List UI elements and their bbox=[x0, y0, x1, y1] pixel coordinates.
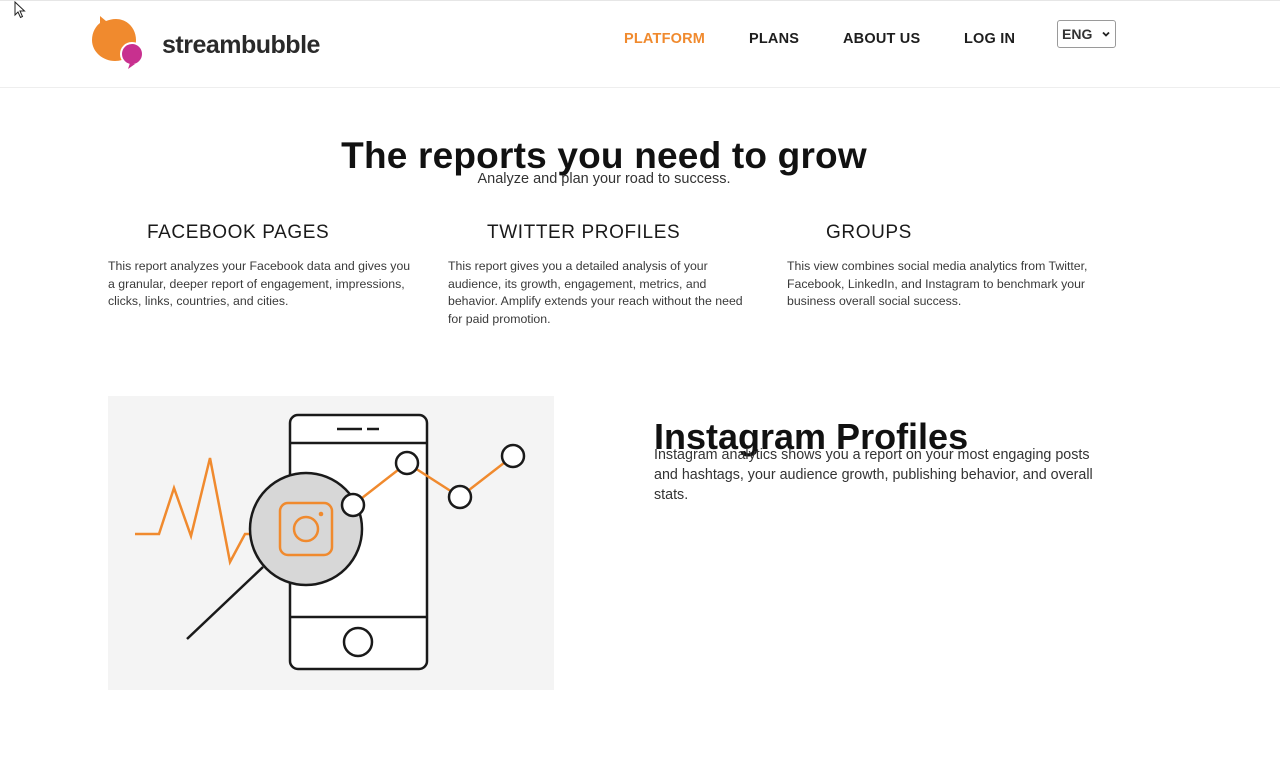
brand-name: streambubble bbox=[162, 31, 320, 59]
language-select[interactable]: ENG bbox=[1057, 20, 1116, 48]
instagram-section-description: Instagram analytics shows you a report o… bbox=[654, 447, 1093, 503]
feature-twitter-profiles: TWITTER PROFILES This report gives you a… bbox=[448, 222, 758, 328]
feature-facebook-pages: FACEBOOK PAGES This report analyzes your… bbox=[108, 222, 418, 311]
feature-description: This report gives you a detailed analysi… bbox=[448, 259, 743, 326]
feature-groups: GROUPS This view combines social media a… bbox=[787, 222, 1097, 311]
logo-link[interactable]: streambubble bbox=[90, 15, 320, 69]
chevron-down-icon bbox=[1102, 31, 1110, 37]
language-selected: ENG bbox=[1062, 26, 1093, 42]
feature-description: This view combines social media analytic… bbox=[787, 259, 1088, 309]
site-header: streambubble PLATFORM PLANS ABOUT US LOG… bbox=[0, 0, 1280, 88]
magnifier-icon bbox=[248, 471, 364, 587]
nav-platform[interactable]: PLATFORM bbox=[624, 31, 705, 47]
page-subtitle: Analyze and plan your road to success. bbox=[477, 171, 731, 187]
nav-about-us[interactable]: ABOUT US bbox=[843, 31, 920, 47]
feature-title: TWITTER PROFILES bbox=[487, 222, 681, 243]
instagram-analytics-illustration bbox=[108, 396, 554, 690]
nav-log-in[interactable]: LOG IN bbox=[964, 31, 1015, 47]
nav-plans[interactable]: PLANS bbox=[749, 31, 799, 47]
streambubble-logo-icon bbox=[92, 16, 144, 69]
feature-title: GROUPS bbox=[826, 222, 912, 243]
feature-description: This report analyzes your Facebook data … bbox=[108, 259, 411, 309]
feature-title: FACEBOOK PAGES bbox=[147, 222, 330, 243]
